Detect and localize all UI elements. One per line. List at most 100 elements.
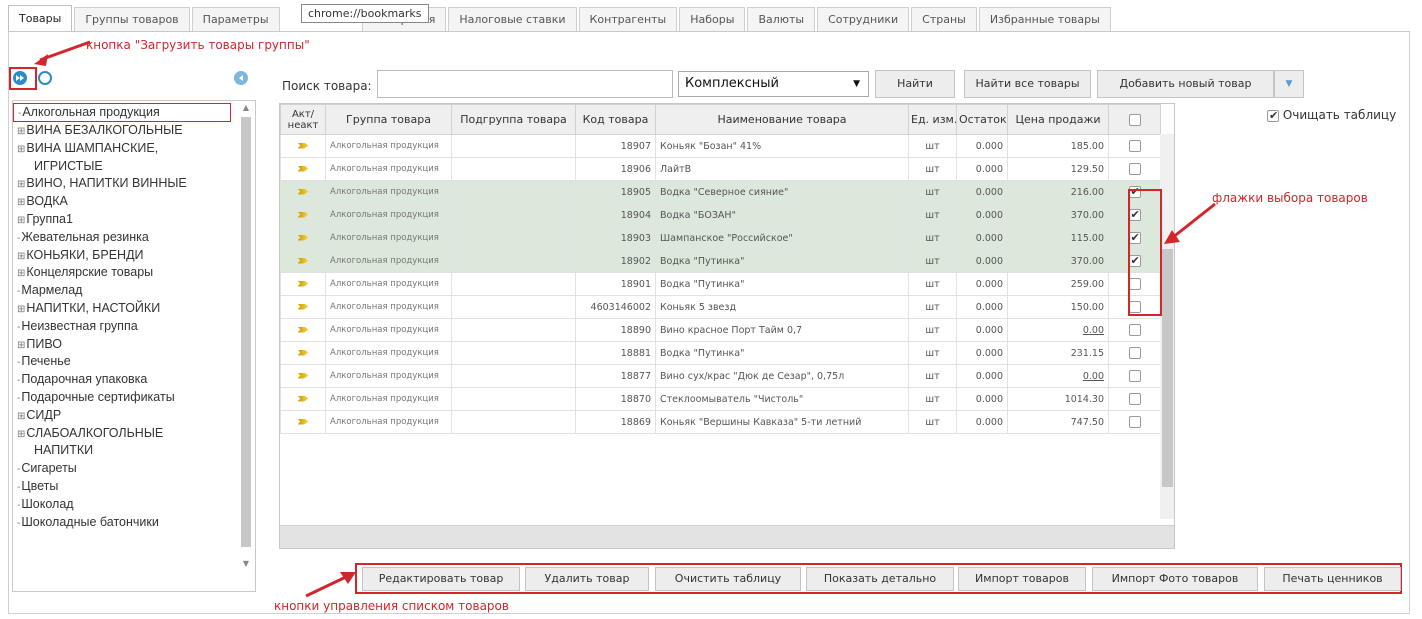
- active-arrow-icon[interactable]: [297, 395, 309, 402]
- tree-item[interactable]: -Сигареты: [13, 460, 255, 478]
- clear-table-checkbox[interactable]: [1267, 109, 1279, 122]
- tree-item[interactable]: ⊞НАПИТКИ, НАСТОЙКИ: [13, 300, 255, 318]
- select-cell[interactable]: [1108, 387, 1161, 411]
- table-row[interactable]: Алкогольная продукция 18903 Шампанское "Ро…: [280, 226, 1161, 250]
- select-all-checkbox[interactable]: [1128, 114, 1141, 126]
- select-cell[interactable]: [1108, 134, 1161, 158]
- tab-4[interactable]: Налоговые ставки: [448, 7, 577, 31]
- active-arrow-icon[interactable]: [297, 165, 309, 172]
- active-status-cell[interactable]: [280, 295, 326, 319]
- table-row[interactable]: Алкогольная продукция 18902 Водка "Путинка…: [280, 249, 1161, 273]
- bottom-button-5[interactable]: Импорт Фото товаров: [1092, 567, 1258, 591]
- find-button[interactable]: Найти: [875, 70, 955, 98]
- bottom-button-2[interactable]: Очистить таблицу: [655, 567, 801, 591]
- table-row[interactable]: Алкогольная продукция 18904 Водка "БОЗАН" ш…: [280, 203, 1161, 227]
- select-cell[interactable]: [1108, 249, 1161, 273]
- row-select-checkbox[interactable]: [1128, 347, 1141, 359]
- tree-item[interactable]: ИГРИСТЫЕ: [13, 158, 255, 176]
- active-arrow-icon[interactable]: [297, 349, 309, 356]
- select-cell[interactable]: [1108, 295, 1161, 319]
- row-select-checkbox[interactable]: [1128, 163, 1141, 175]
- active-status-cell[interactable]: [280, 318, 326, 342]
- tab-6[interactable]: Наборы: [679, 7, 746, 31]
- row-select-checkbox[interactable]: [1128, 140, 1141, 152]
- expand-icon[interactable]: ⊞: [17, 304, 25, 315]
- bottom-button-3[interactable]: Показать детально: [806, 567, 954, 591]
- column-header[interactable]: Цена продажи: [1007, 104, 1109, 135]
- column-header[interactable]: Ед. изм.: [908, 104, 957, 135]
- add-new-product-button[interactable]: Добавить новый товар: [1097, 70, 1274, 98]
- select-cell[interactable]: [1108, 226, 1161, 250]
- tree-item[interactable]: НАПИТКИ: [13, 442, 255, 460]
- tree-item[interactable]: ⊞Концелярские товары: [13, 264, 255, 282]
- expand-icon[interactable]: ⊞: [17, 215, 25, 226]
- column-header[interactable]: Подгруппа товара: [451, 104, 576, 135]
- search-mode-select[interactable]: Комплексный ▼: [678, 71, 869, 97]
- active-status-cell[interactable]: [280, 272, 326, 296]
- tree-item[interactable]: -Алкогольная продукция: [13, 103, 231, 122]
- tab-8[interactable]: Сотрудники: [817, 7, 910, 31]
- row-select-checkbox[interactable]: [1128, 393, 1141, 405]
- tree-item[interactable]: -Неизвестная группа: [13, 318, 255, 336]
- tree-item[interactable]: -Печенье: [13, 353, 255, 371]
- tree-item[interactable]: ⊞ВОДКА: [13, 193, 255, 211]
- table-row[interactable]: Алкогольная продукция 18901 Водка "Путинка…: [280, 272, 1161, 296]
- tree-item[interactable]: ⊞ВИНА ШАМПАНСКИЕ,: [13, 140, 255, 158]
- tree-item[interactable]: -Шоколадные батончики: [13, 514, 255, 532]
- scroll-up-icon[interactable]: ▲: [241, 103, 251, 113]
- scroll-down-icon[interactable]: ▼: [241, 559, 251, 569]
- row-select-checkbox[interactable]: [1128, 278, 1141, 290]
- active-arrow-icon[interactable]: [297, 326, 309, 333]
- row-select-checkbox[interactable]: [1128, 370, 1141, 382]
- expand-icon[interactable]: ⊞: [17, 340, 25, 351]
- tree-item[interactable]: -Шоколад: [13, 496, 255, 514]
- active-arrow-icon[interactable]: [297, 234, 309, 241]
- row-select-checkbox[interactable]: [1128, 301, 1141, 313]
- expand-icon[interactable]: ⊞: [17, 268, 25, 279]
- bottom-button-6[interactable]: Печать ценников: [1264, 567, 1401, 591]
- select-cell[interactable]: [1108, 180, 1161, 204]
- active-status-cell[interactable]: [280, 226, 326, 250]
- expand-icon[interactable]: ⊞: [17, 126, 25, 137]
- tab-5[interactable]: Контрагенты: [578, 7, 678, 31]
- table-row[interactable]: Алкогольная продукция 18906 ЛайтВ шт 0.000 12…: [280, 157, 1161, 181]
- select-cell[interactable]: [1108, 203, 1161, 227]
- tab-2[interactable]: Параметры: [191, 7, 280, 31]
- active-arrow-icon[interactable]: [297, 372, 309, 379]
- tree-item[interactable]: ⊞Группа1: [13, 211, 255, 229]
- row-select-checkbox[interactable]: [1128, 231, 1141, 244]
- tree-item[interactable]: -Подарочная упаковка: [13, 371, 255, 389]
- table-row[interactable]: Алкогольная продукция 18907 Коньяк "Бозан"…: [280, 134, 1161, 158]
- tab-0[interactable]: Товары: [8, 5, 73, 31]
- active-status-cell[interactable]: [280, 134, 326, 158]
- table-row[interactable]: Алкогольная продукция 18905 Водка "Северно…: [280, 180, 1161, 204]
- active-status-cell[interactable]: [280, 249, 326, 273]
- select-cell[interactable]: [1108, 364, 1161, 388]
- active-status-cell[interactable]: [280, 180, 326, 204]
- tree-item[interactable]: ⊞СИДР: [13, 407, 255, 425]
- bottom-button-4[interactable]: Импорт товаров: [958, 567, 1086, 591]
- active-status-cell[interactable]: [280, 203, 326, 227]
- bottom-button-0[interactable]: Редактировать товар: [362, 567, 520, 591]
- expand-icon[interactable]: ⊞: [17, 411, 25, 422]
- tree-item[interactable]: -Цветы: [13, 478, 255, 496]
- table-row[interactable]: Алкогольная продукция 18881 Водка "Путинка…: [280, 341, 1161, 365]
- tab-10[interactable]: Избранные товары: [978, 7, 1111, 31]
- tree-scrollbar[interactable]: ▲ ▼: [239, 103, 253, 589]
- table-row[interactable]: Алкогольная продукция 4603146002 Коньяк 5 …: [280, 295, 1161, 319]
- active-arrow-icon[interactable]: [297, 142, 309, 149]
- column-header[interactable]: Код товара: [575, 104, 656, 135]
- select-all-header[interactable]: [1108, 104, 1161, 135]
- select-cell[interactable]: [1108, 157, 1161, 181]
- tree-item[interactable]: ⊞ВИНО, НАПИТКИ ВИННЫЕ: [13, 175, 255, 193]
- expand-icon[interactable]: ⊞: [17, 251, 25, 262]
- tree-item[interactable]: ⊞ПИВО: [13, 336, 255, 354]
- select-cell[interactable]: [1108, 341, 1161, 365]
- active-status-cell[interactable]: [280, 364, 326, 388]
- expand-icon[interactable]: ⊞: [17, 144, 25, 155]
- active-arrow-icon[interactable]: [297, 418, 309, 425]
- add-options-dropdown-icon[interactable]: ▼: [1274, 70, 1304, 98]
- tab-7[interactable]: Валюты: [747, 7, 816, 31]
- tab-9[interactable]: Страны: [911, 7, 977, 31]
- table-row[interactable]: Алкогольная продукция 18877 Вино сух/крас …: [280, 364, 1161, 388]
